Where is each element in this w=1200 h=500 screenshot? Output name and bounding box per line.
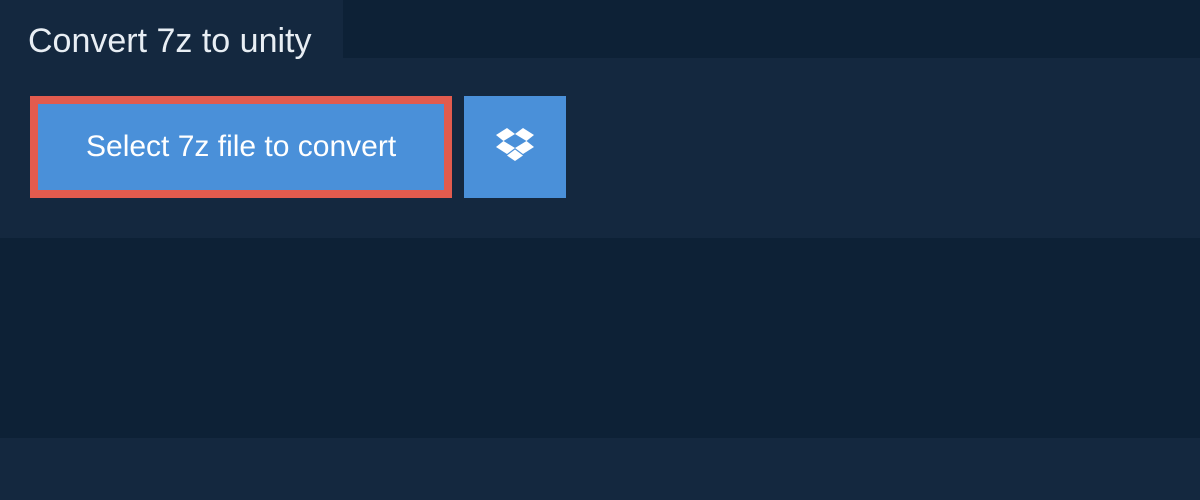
select-file-label: Select 7z file to convert (86, 130, 396, 164)
main-panel: Select 7z file to convert (0, 58, 1200, 238)
select-file-button[interactable]: Select 7z file to convert (30, 96, 452, 198)
tab-label: Convert 7z to unity (28, 22, 311, 60)
bottom-region (0, 238, 1200, 438)
dropbox-icon (496, 128, 534, 167)
active-tab[interactable]: Convert 7z to unity (0, 0, 343, 85)
dropbox-button[interactable] (464, 96, 566, 198)
top-spacer: Convert 7z to unity (0, 0, 1200, 58)
button-row: Select 7z file to convert (30, 96, 1170, 198)
